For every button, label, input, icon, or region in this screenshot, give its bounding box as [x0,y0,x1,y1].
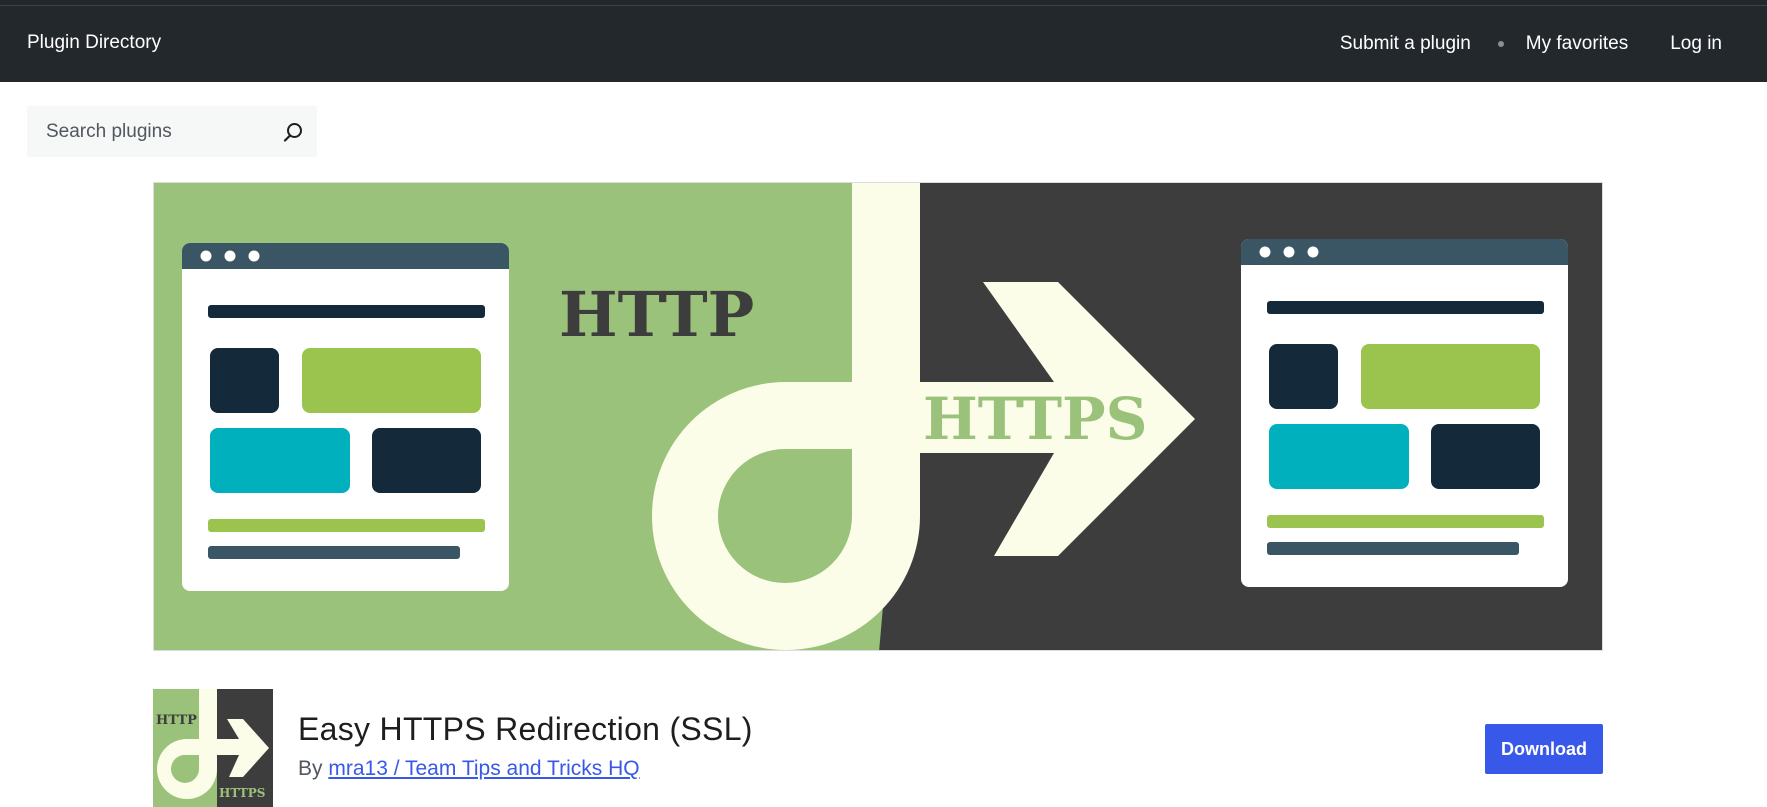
plugin-icon: HTTP HTTPS [153,689,273,807]
search-button[interactable] [277,116,309,148]
log-in-link[interactable]: Log in [1670,33,1722,55]
download-button[interactable]: Download [1485,724,1603,774]
search-box [27,106,317,157]
search-icon [283,123,302,142]
browser-window-left-illustration [182,243,509,591]
banner-https-text: HTTPS [923,385,1148,453]
banner-http-text: HTTP [559,278,754,351]
plugin-banner: HTTP HTTPS [153,182,1603,651]
submit-plugin-link[interactable]: Submit a plugin [1340,33,1471,55]
author-link[interactable]: mra13 / Team Tips and Tricks HQ [328,757,639,780]
icon-https-text: HTTPS [219,786,265,800]
top-navbar: Plugin Directory Submit a plugin My favo… [0,6,1767,82]
nav-links: Submit a plugin My favorites Log in [1340,33,1722,55]
plugin-directory-link[interactable]: Plugin Directory [27,32,161,54]
byline-prefix: By [298,757,323,780]
nav-separator-dot [1497,41,1504,47]
plugin-title: Easy HTTPS Redirection (SSL) [298,711,753,747]
browser-window-right-illustration [1241,239,1568,587]
icon-http-text: HTTP [156,713,197,728]
my-favorites-link[interactable]: My favorites [1526,33,1628,55]
plugin-byline: By mra13 / Team Tips and Tricks HQ [298,757,640,781]
search-input[interactable] [27,106,277,157]
plugin-header: HTTP HTTPS Easy HTTPS Redirection (SSL) … [153,689,1603,807]
